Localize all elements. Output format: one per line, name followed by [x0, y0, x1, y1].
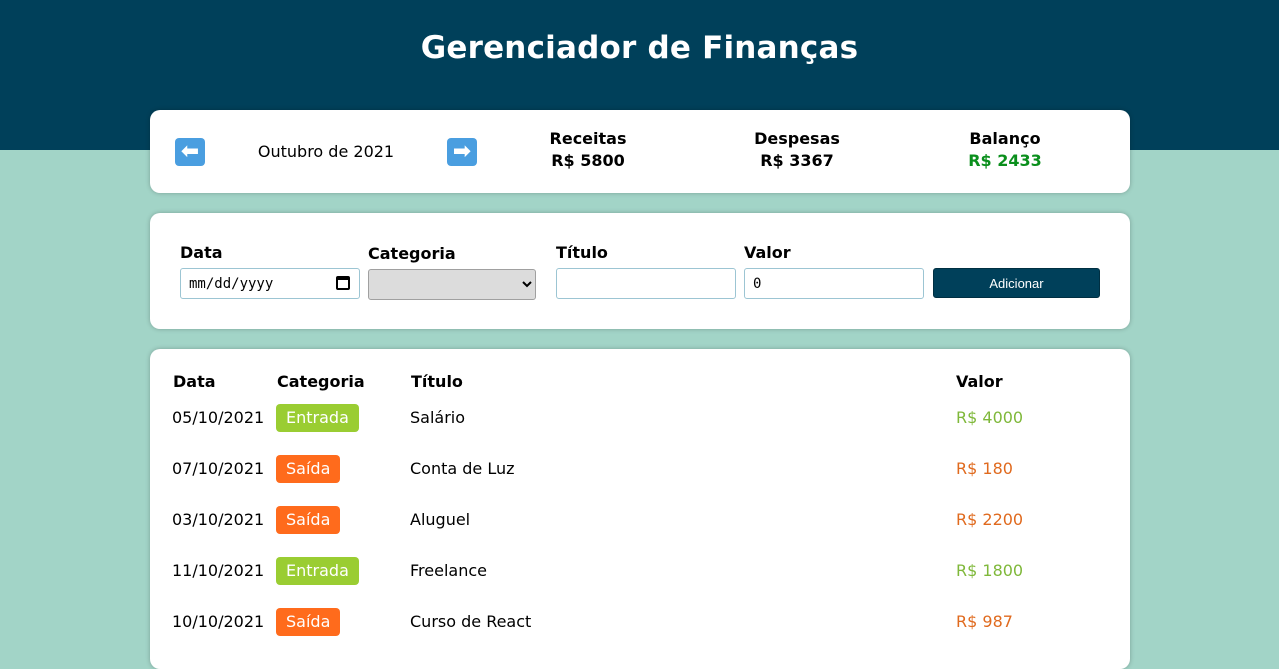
title-label: Título [556, 243, 608, 262]
date-label: Data [180, 243, 223, 262]
row-value: R$ 4000 [956, 408, 1024, 427]
category-field: Categoria [368, 244, 536, 300]
despesas-label: Despesas [754, 129, 840, 148]
receitas-label: Receitas [549, 129, 627, 148]
add-button[interactable]: Adicionar [933, 268, 1100, 298]
despesas-value: R$ 3367 [760, 151, 834, 170]
balanco-stat: Balanço R$ 2433 [930, 129, 1080, 170]
row-category: Entrada [276, 557, 359, 585]
row-category: Saída [276, 506, 341, 534]
column-header-value: Valor [956, 372, 1003, 391]
row-value: R$ 1800 [956, 561, 1024, 580]
row-title: Freelance [410, 561, 487, 580]
table-row: 07/10/2021 Saída Conta de Luz R$ 180 [150, 455, 1130, 506]
receitas-stat: Receitas R$ 5800 [513, 129, 663, 170]
row-title: Aluguel [410, 510, 471, 529]
row-category: Entrada [276, 404, 359, 432]
category-select[interactable] [368, 269, 536, 300]
table-row: 10/10/2021 Saída Curso de React R$ 987 [150, 608, 1130, 659]
row-value: R$ 987 [956, 612, 1013, 631]
row-date: 10/10/2021 [172, 612, 265, 631]
category-label: Categoria [368, 244, 456, 263]
page-title: Gerenciador de Finanças [420, 30, 859, 66]
category-badge: Entrada [276, 404, 359, 432]
balanco-label: Balanço [969, 129, 1041, 148]
add-transaction-form: Data Categoria Título Valor Adicionar [150, 213, 1130, 329]
title-field: Título [556, 243, 736, 299]
row-date: 11/10/2021 [172, 561, 265, 580]
calendar-icon[interactable] [336, 276, 350, 290]
table-row: 03/10/2021 Saída Aluguel R$ 2200 [150, 506, 1130, 557]
row-category: Saída [276, 455, 341, 483]
category-badge: Saída [276, 608, 341, 636]
row-date: 07/10/2021 [172, 459, 265, 478]
receitas-value: R$ 5800 [551, 151, 625, 170]
value-input[interactable] [744, 268, 924, 299]
prev-month-button[interactable]: ⬅ [175, 138, 205, 166]
value-field: Valor [744, 243, 924, 299]
table-row: 05/10/2021 Entrada Salário R$ 4000 [150, 404, 1130, 455]
despesas-stat: Despesas R$ 3367 [722, 129, 872, 170]
summary-card: ⬅ Outubro de 2021 ➡ Receitas R$ 5800 Des… [150, 110, 1130, 193]
arrow-right-icon: ➡ [452, 139, 472, 164]
row-date: 05/10/2021 [172, 408, 265, 427]
column-header-title: Título [411, 372, 463, 391]
row-title: Conta de Luz [410, 459, 515, 478]
row-title: Salário [410, 408, 466, 427]
column-header-date: Data [173, 372, 216, 391]
row-title: Curso de React [410, 612, 532, 631]
balanco-value: R$ 2433 [968, 151, 1042, 170]
arrow-left-icon: ⬅ [180, 139, 200, 164]
category-badge: Saída [276, 506, 341, 534]
table-row: 11/10/2021 Entrada Freelance R$ 1800 [150, 557, 1130, 608]
title-input[interactable] [556, 268, 736, 299]
date-input[interactable] [180, 268, 360, 299]
row-value: R$ 2200 [956, 510, 1024, 529]
row-value: R$ 180 [956, 459, 1013, 478]
transactions-table: Data Categoria Título Valor 05/10/2021 En… [150, 349, 1130, 669]
value-label: Valor [744, 243, 791, 262]
category-badge: Saída [276, 455, 341, 483]
column-header-category: Categoria [277, 372, 365, 391]
row-category: Saída [276, 608, 341, 636]
current-month: Outubro de 2021 [257, 142, 395, 161]
row-date: 03/10/2021 [172, 510, 265, 529]
date-field: Data [180, 243, 360, 299]
category-badge: Entrada [276, 557, 359, 585]
next-month-button[interactable]: ➡ [447, 138, 477, 166]
